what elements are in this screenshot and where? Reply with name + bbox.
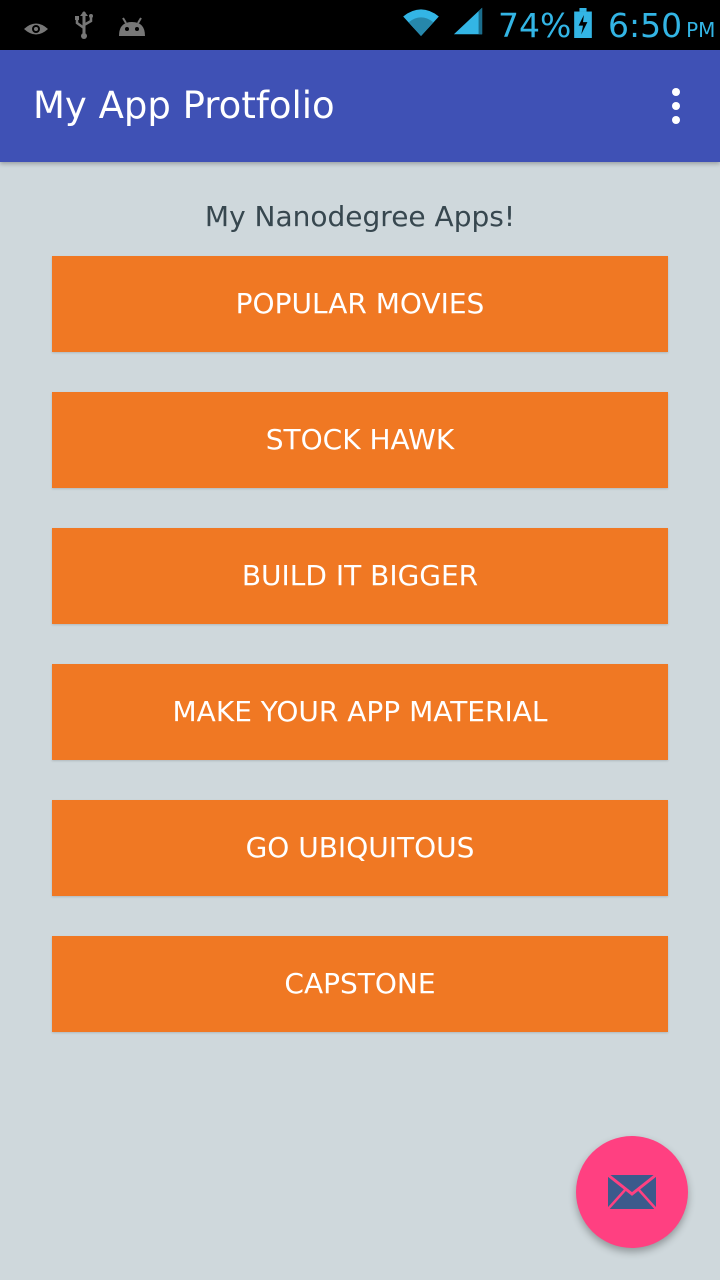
battery-charging-icon bbox=[574, 8, 592, 38]
eye-icon bbox=[24, 23, 48, 35]
android-icon bbox=[119, 17, 145, 36]
build-it-bigger-button[interactable]: BUILD IT BIGGER bbox=[52, 528, 668, 624]
battery-percent: 74% bbox=[498, 6, 572, 45]
signal-icon bbox=[453, 7, 483, 35]
usb-icon bbox=[75, 11, 93, 39]
status-bar: 74% 6:50 PM bbox=[0, 0, 720, 50]
page-heading: My Nanodegree Apps! bbox=[204, 200, 516, 233]
app-bar: My App Protfolio bbox=[0, 50, 720, 162]
popular-movies-button[interactable]: POPULAR MOVIES bbox=[52, 256, 668, 352]
make-your-app-material-button[interactable]: MAKE YOUR APP MATERIAL bbox=[52, 664, 668, 760]
overflow-menu-icon[interactable] bbox=[656, 84, 696, 128]
wifi-icon bbox=[403, 9, 439, 37]
mail-icon bbox=[607, 1174, 657, 1210]
mail-fab-button[interactable] bbox=[576, 1136, 688, 1248]
clock-time: 6:50 bbox=[608, 6, 683, 45]
status-clock: 6:50 PM bbox=[608, 4, 715, 48]
app-title: My App Protfolio bbox=[33, 84, 335, 127]
stock-hawk-button[interactable]: STOCK HAWK bbox=[52, 392, 668, 488]
capstone-button[interactable]: CAPSTONE bbox=[52, 936, 668, 1032]
clock-ampm: PM bbox=[686, 18, 716, 42]
go-ubiquitous-button[interactable]: GO UBIQUITOUS bbox=[52, 800, 668, 896]
